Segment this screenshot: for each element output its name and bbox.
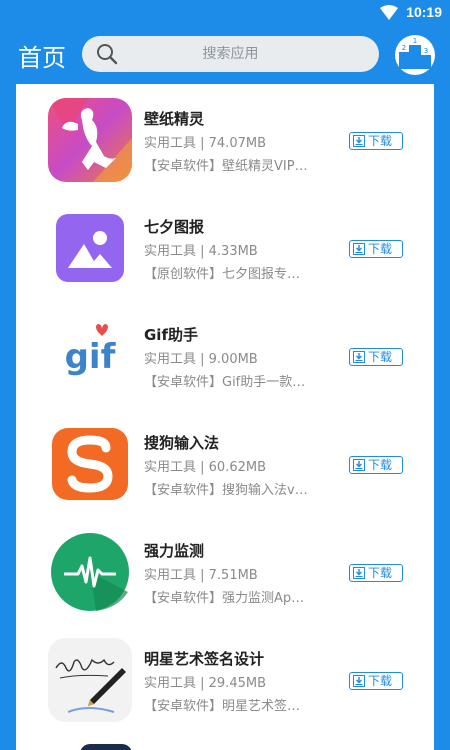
download-label: 下载 [368, 134, 393, 148]
app-name: 壁纸精灵 [144, 110, 205, 128]
status-bar: 10:19 [0, 0, 450, 26]
download-button[interactable]: 下载 [349, 348, 403, 366]
page-title: 首页 [18, 44, 66, 72]
app-description: 【安卓软件】强力监测Ap… [144, 591, 305, 606]
download-button[interactable]: 下载 [349, 240, 403, 258]
list-item[interactable]: gif Gif助手 实用工具 | 9.00MB 【安卓软件】Gif助手一款… 下… [16, 300, 434, 408]
download-button[interactable]: 下载 [349, 672, 403, 690]
heartbeat-icon [48, 530, 132, 614]
app-name: 明星艺术签名设计 [144, 650, 265, 668]
signature-pen-icon [48, 638, 132, 722]
download-button[interactable]: 下载 [349, 564, 403, 582]
search-input[interactable]: 搜索应用 [82, 36, 379, 72]
download-button[interactable]: 下载 [349, 456, 403, 474]
app-name: 七夕图报 [144, 218, 205, 236]
sogou-s-icon [48, 422, 132, 506]
download-label: 下载 [368, 242, 393, 256]
download-icon [353, 135, 365, 147]
app-list: 壁纸精灵 实用工具 | 74.07MB 【安卓软件】壁纸精灵VIP… 下载 七夕… [16, 84, 434, 750]
svg-text:3: 3 [424, 47, 428, 55]
svg-text:2: 2 [402, 44, 406, 52]
download-label: 下载 [368, 458, 393, 472]
list-item[interactable]: 明星艺术签名设计 实用工具 | 29.45MB 【安卓软件】明星艺术签… 下载 [16, 624, 434, 732]
download-label: 下载 [368, 566, 393, 580]
download-button[interactable]: 下载 [349, 132, 403, 150]
app-meta: 实用工具 | 60.62MB [144, 460, 266, 475]
download-icon [353, 351, 365, 363]
app-description: 【安卓软件】Gif助手一款… [144, 375, 306, 390]
app-name: 搜狗输入法 [144, 434, 220, 452]
app-description: 【安卓软件】搜狗输入法v… [144, 483, 308, 498]
app-meta: 实用工具 | 74.07MB [144, 136, 266, 151]
status-time: 10:19 [406, 4, 442, 20]
wifi-icon [380, 5, 398, 20]
list-item[interactable]: 强力监测 实用工具 | 7.51MB 【安卓软件】强力监测Ap… 下载 [16, 516, 434, 624]
app-header: 首页 搜索应用 1 2 3 [0, 26, 450, 84]
svg-text:gif: gif [65, 337, 117, 377]
download-icon [353, 243, 365, 255]
image-icon [48, 206, 132, 290]
app-meta: 实用工具 | 9.00MB [144, 352, 258, 367]
app-name: Gif助手 [144, 326, 198, 344]
ranking-podium-icon[interactable]: 1 2 3 [394, 34, 436, 76]
next-app-icon-partial [80, 744, 132, 750]
app-description: 【安卓软件】壁纸精灵VIP… [144, 159, 308, 174]
svg-text:1: 1 [413, 37, 417, 45]
app-meta: 实用工具 | 29.45MB [144, 676, 266, 691]
app-meta: 实用工具 | 4.33MB [144, 244, 258, 259]
gif-icon: gif [48, 314, 132, 398]
list-item[interactable]: 搜狗输入法 实用工具 | 60.62MB 【安卓软件】搜狗输入法v… 下载 [16, 408, 434, 516]
download-icon [353, 675, 365, 687]
download-icon [353, 567, 365, 579]
download-label: 下载 [368, 674, 393, 688]
app-description: 【原创软件】七夕图报专… [144, 267, 301, 282]
list-item[interactable]: 七夕图报 实用工具 | 4.33MB 【原创软件】七夕图报专… 下载 [16, 192, 434, 300]
search-placeholder: 搜索应用 [202, 46, 259, 62]
download-icon [353, 459, 365, 471]
list-item[interactable]: 壁纸精灵 实用工具 | 74.07MB 【安卓软件】壁纸精灵VIP… 下载 [16, 84, 434, 192]
fairy-wallpaper-icon [48, 98, 132, 182]
app-description: 【安卓软件】明星艺术签… [144, 699, 301, 714]
download-label: 下载 [368, 350, 393, 364]
app-meta: 实用工具 | 7.51MB [144, 568, 258, 583]
app-name: 强力监测 [144, 542, 205, 560]
